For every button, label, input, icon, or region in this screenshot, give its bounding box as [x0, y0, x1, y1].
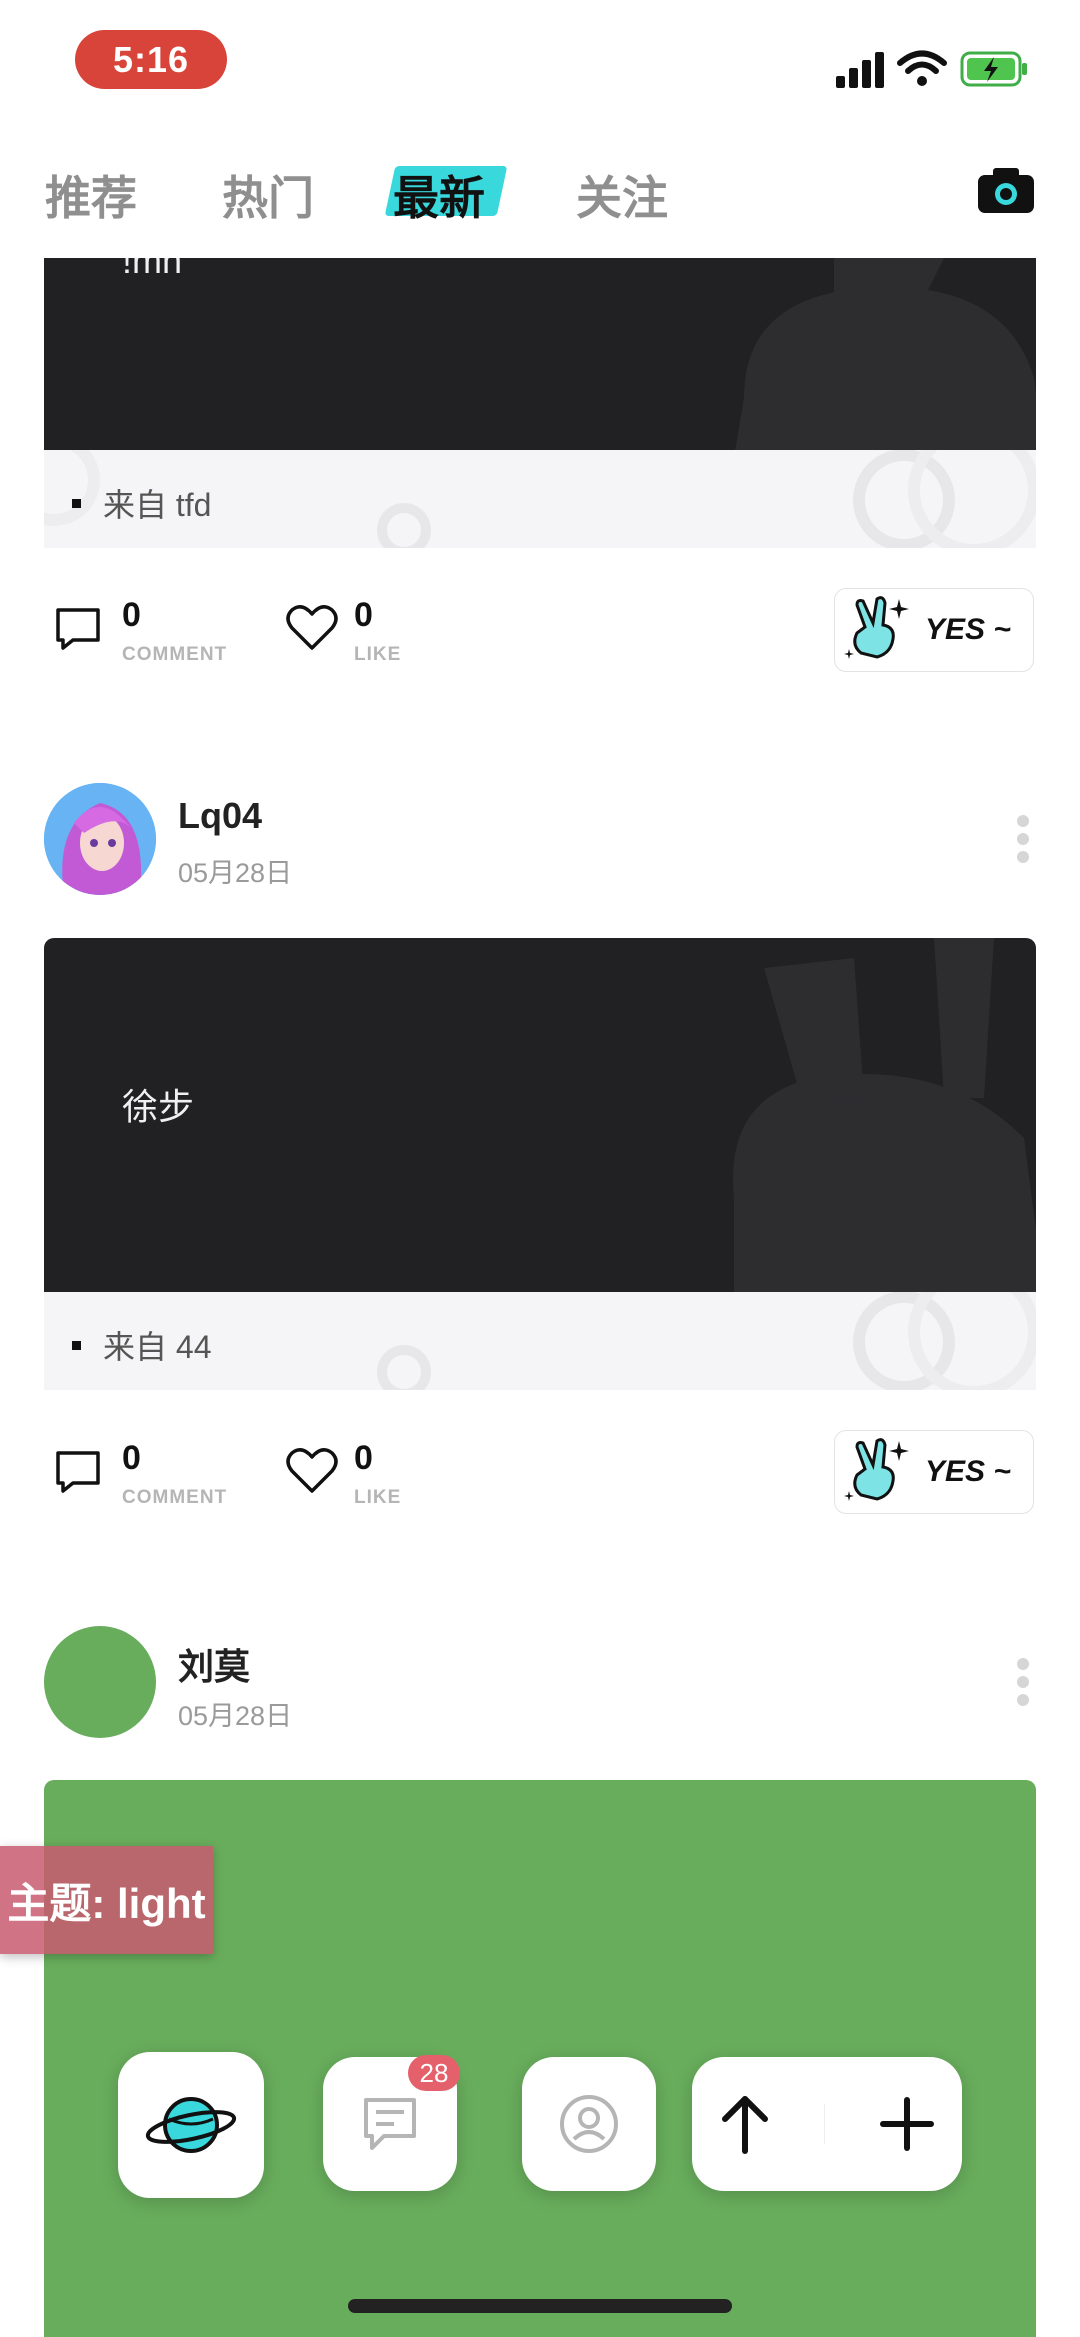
post-date: 05月28日: [178, 858, 293, 888]
like-label: LIKE: [354, 644, 402, 665]
heart-icon[interactable]: [286, 1447, 338, 1500]
signal-icon: [836, 50, 888, 93]
theme-indicator: 主题: light: [0, 1846, 213, 1954]
heart-icon[interactable]: [286, 604, 338, 657]
comment-count: 0: [122, 596, 141, 634]
like-count: 0: [354, 1439, 373, 1477]
comment-count: 0: [122, 1439, 141, 1477]
profile-icon: [560, 2095, 618, 2153]
comment-label: COMMENT: [122, 644, 228, 665]
more-options-icon[interactable]: [1017, 815, 1029, 869]
tab-hot[interactable]: 热门: [222, 162, 314, 228]
status-time: 5:16: [75, 30, 227, 89]
yes-reaction-button[interactable]: YES ~: [834, 1430, 1034, 1514]
tab-latest[interactable]: 最新: [393, 162, 485, 228]
post-source-bar: 来自 tfd: [44, 450, 1036, 548]
tab-following[interactable]: 关注: [576, 162, 668, 228]
comment-icon[interactable]: [55, 1450, 101, 1499]
yes-label: YES ~: [925, 1455, 1011, 1488]
post-source: 来自 tfd: [103, 487, 212, 523]
camera-icon[interactable]: [978, 166, 1034, 219]
post-card[interactable]: 徐步: [44, 938, 1036, 1292]
bullet-icon: [72, 1340, 81, 1350]
messages-badge: 28: [408, 2055, 460, 2091]
add-post-icon[interactable]: [879, 2096, 935, 2152]
post-text: 徐步: [122, 1086, 195, 1127]
battery-icon: [960, 50, 1030, 93]
wifi-icon: [897, 50, 947, 93]
comment-label: COMMENT: [122, 1487, 228, 1508]
nav-explore-button[interactable]: [118, 2052, 264, 2198]
username[interactable]: Lq04: [178, 795, 262, 837]
home-indicator: [348, 2299, 732, 2313]
planet-icon: [145, 2097, 237, 2153]
username[interactable]: 刘莫: [178, 1638, 250, 1690]
post-date: 05月28日: [178, 1701, 293, 1731]
tab-recommend[interactable]: 推荐: [45, 162, 137, 228]
victory-hand-icon: [844, 1438, 909, 1501]
bullet-icon: [72, 498, 81, 508]
scroll-to-top-icon[interactable]: [719, 2093, 771, 2155]
avatar[interactable]: [44, 783, 156, 895]
post-source: 来自 44: [103, 1329, 212, 1365]
victory-hand-icon: [844, 596, 909, 659]
like-count: 0: [354, 596, 373, 634]
message-icon: [364, 2098, 416, 2150]
post-text: !mh: [122, 258, 183, 281]
more-options-icon[interactable]: [1017, 1658, 1029, 1712]
card-watermark: [735, 258, 1036, 450]
card-watermark: [733, 938, 1036, 1292]
yes-reaction-button[interactable]: YES ~: [834, 588, 1034, 672]
comment-icon[interactable]: [55, 607, 101, 656]
yes-label: YES ~: [925, 613, 1011, 646]
like-label: LIKE: [354, 1487, 402, 1508]
nav-actions-group: [692, 2057, 962, 2191]
post-source-bar: 来自 44: [44, 1292, 1036, 1390]
nav-profile-button[interactable]: [522, 2057, 656, 2191]
post-card[interactable]: !mh: [44, 258, 1036, 450]
avatar[interactable]: [44, 1626, 156, 1738]
